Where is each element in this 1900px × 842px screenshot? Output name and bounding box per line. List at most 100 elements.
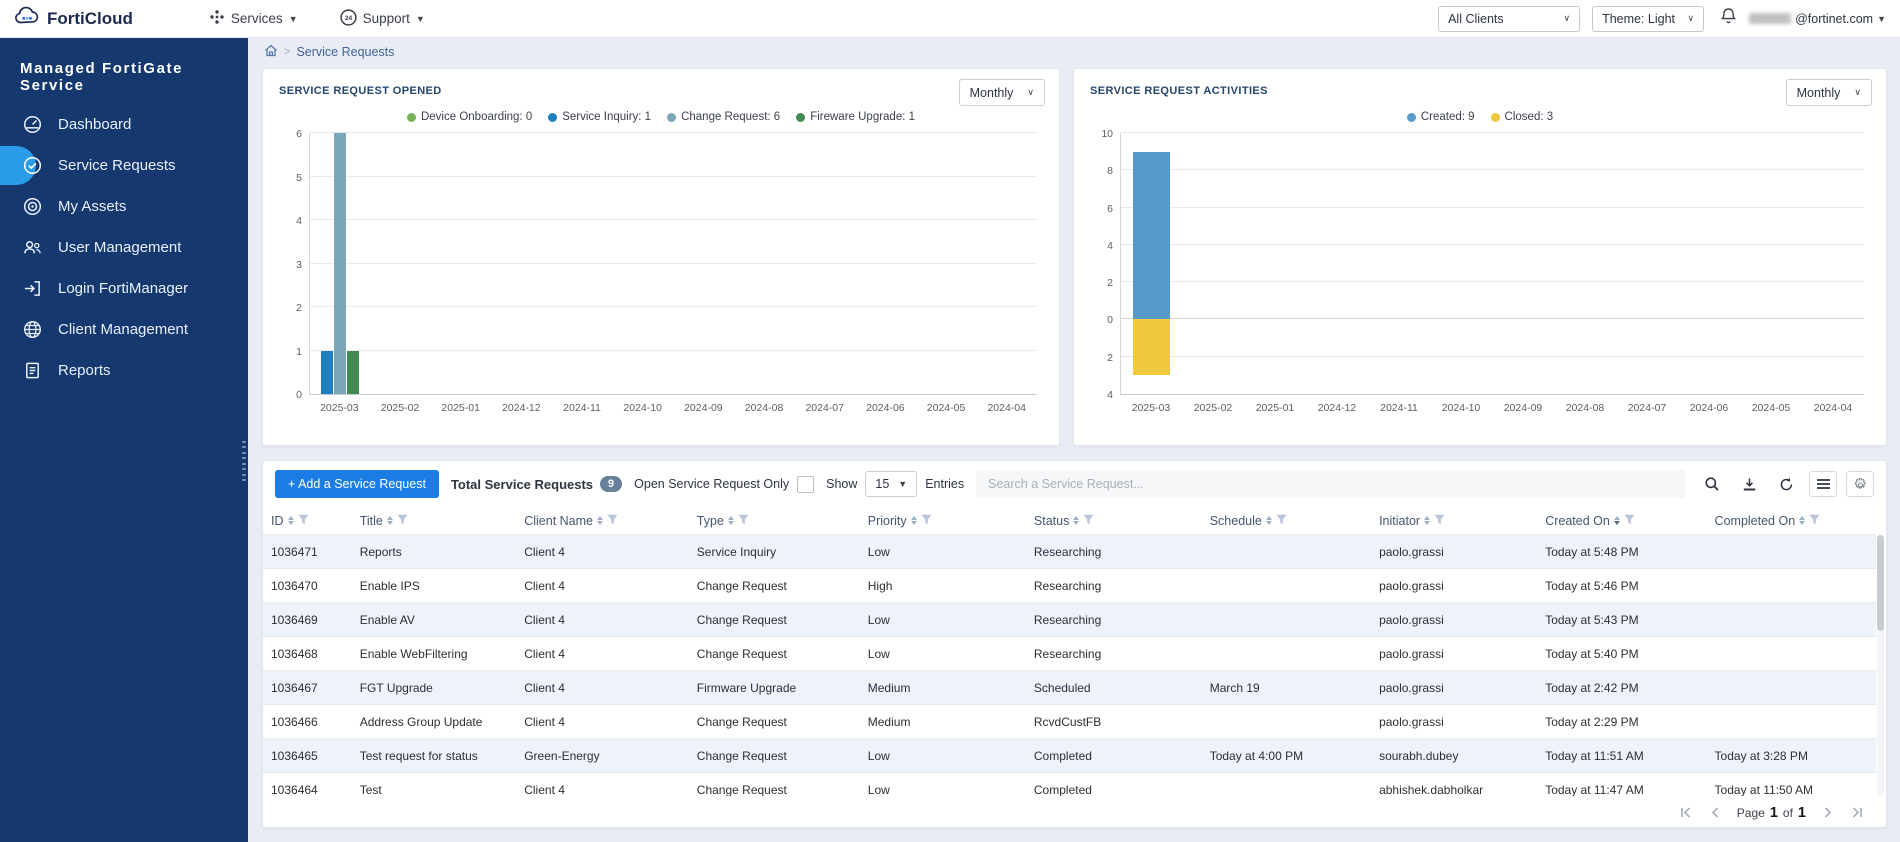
chevron-down-icon: ▼ <box>898 479 908 489</box>
refresh-icon[interactable] <box>1772 471 1800 497</box>
services-menu[interactable]: Services ▼ <box>209 9 298 28</box>
sort-icon[interactable] <box>1613 516 1620 525</box>
chart-legend: Device Onboarding: 0 Service Inquiry: 1 Ch… <box>279 111 1043 123</box>
chart-bar <box>346 350 359 394</box>
filter-funnel-icon[interactable] <box>1276 514 1287 528</box>
table-row[interactable]: 1036465 Test request for status Green-Ener… <box>263 738 1876 773</box>
column-header-created-on[interactable]: Created On <box>1537 507 1706 534</box>
sort-icon[interactable] <box>386 516 393 525</box>
legend-item[interactable]: Fireware Upgrade: 1 <box>796 111 915 123</box>
login-icon <box>22 279 42 299</box>
user-email-domain: @fortinet.com <box>1795 11 1874 26</box>
filter-funnel-icon[interactable] <box>1083 514 1094 528</box>
open-only-filter: Open Service Request Only <box>634 475 815 493</box>
column-header-id[interactable]: ID <box>263 507 352 534</box>
chart-bar <box>1132 319 1170 376</box>
column-header-schedule[interactable]: Schedule <box>1202 507 1371 534</box>
sidebar-item-dashboard[interactable]: Dashboard <box>0 104 248 145</box>
legend-item[interactable]: Created: 9 <box>1406 111 1475 123</box>
sidebar-item-my-assets[interactable]: My Assets <box>0 186 248 227</box>
breadcrumb: > Service Requests <box>248 38 1900 66</box>
top-navbar: FortiCloud Services ▼ 24 Support ▼ All C… <box>0 0 1900 38</box>
column-header-priority[interactable]: Priority <box>860 507 1026 534</box>
page-indicator: Page 1 of 1 <box>1736 804 1806 821</box>
forticloud-logo[interactable]: FortiCloud <box>14 6 133 31</box>
column-header-type[interactable]: Type <box>689 507 860 534</box>
user-account-menu[interactable]: @fortinet.com ▼ <box>1749 12 1886 26</box>
sidebar-item-reports[interactable]: Reports <box>0 350 248 391</box>
filter-funnel-icon[interactable] <box>1809 514 1820 528</box>
sidebar-item-login-fortimanager[interactable]: Login FortiManager <box>0 268 248 309</box>
column-header-completed-on[interactable]: Completed On <box>1707 507 1876 534</box>
chevron-down-icon: ∨ <box>1027 87 1034 97</box>
sort-icon[interactable] <box>1073 516 1080 525</box>
first-page-icon[interactable] <box>1679 806 1692 819</box>
legend-item[interactable]: Device Onboarding: 0 <box>406 111 532 123</box>
chart-bar <box>333 133 346 394</box>
theme-select[interactable]: Theme: Light ∨ <box>1592 5 1705 32</box>
chevron-down-icon: ▼ <box>288 13 298 24</box>
table-row[interactable]: 1036468 Enable WebFiltering Client 4 Change… <box>263 636 1876 671</box>
chart-title: SERVICE REQUEST OPENED <box>279 85 442 97</box>
sort-icon[interactable] <box>597 516 603 525</box>
table-row[interactable]: 1036464 Test Client 4 Change Request Low Comp… <box>263 772 1876 796</box>
table-row[interactable]: 1036469 Enable AV Client 4 Change Request Lo… <box>263 602 1876 637</box>
chart-title: SERVICE REQUEST ACTIVITIES <box>1090 85 1268 97</box>
search-icon[interactable] <box>1698 471 1726 497</box>
sidebar-item-client-management[interactable]: Client Management <box>0 309 248 350</box>
chart-bar <box>320 350 333 394</box>
filter-funnel-icon[interactable] <box>1434 514 1445 528</box>
column-header-status[interactable]: Status <box>1026 507 1202 534</box>
main-content: > Service Requests SERVICE REQUEST OPENE… <box>248 38 1900 842</box>
add-service-request-button[interactable]: + Add a Service Request <box>275 470 439 498</box>
sidebar-resize-handle[interactable] <box>241 438 248 484</box>
report-icon <box>22 361 42 381</box>
sidebar-item-service-requests[interactable]: Service Requests <box>0 145 248 186</box>
client-filter-select[interactable]: All Clients ∨ <box>1438 5 1581 32</box>
table-row[interactable]: 1036467 FGT Upgrade Client 4 Firmware Upgra… <box>263 670 1876 705</box>
legend-item[interactable]: Closed: 3 <box>1490 111 1553 123</box>
search-input[interactable] <box>976 470 1686 498</box>
download-icon[interactable] <box>1735 471 1763 497</box>
table-row[interactable]: 1036471 Reports Client 4 Service Inquiry Low… <box>263 534 1876 569</box>
page-size-control: Show 15 ▼ Entries <box>826 471 964 497</box>
filter-funnel-icon[interactable] <box>738 514 749 528</box>
table-row[interactable]: 1036470 Enable IPS Client 4 Change Request H… <box>263 568 1876 603</box>
column-header-client-name[interactable]: Client Name <box>516 507 689 534</box>
period-select[interactable]: Monthly ∨ <box>958 79 1045 106</box>
last-page-icon[interactable] <box>1851 806 1864 819</box>
period-select[interactable]: Monthly ∨ <box>1785 79 1872 106</box>
chevron-down-icon: ∨ <box>1687 13 1695 23</box>
total-service-requests: Total Service Requests 9 <box>451 476 623 492</box>
sort-icon[interactable] <box>1424 516 1431 525</box>
sidebar-item-user-management[interactable]: User Management <box>0 227 248 268</box>
filter-funnel-icon[interactable] <box>1624 514 1635 528</box>
sort-icon[interactable] <box>287 516 294 525</box>
svg-text:24: 24 <box>344 15 352 22</box>
filter-funnel-icon[interactable] <box>397 514 408 528</box>
sort-icon[interactable] <box>1799 516 1806 525</box>
settings-gear-icon[interactable] <box>1846 471 1874 497</box>
filter-funnel-icon[interactable] <box>921 514 932 528</box>
legend-item[interactable]: Service Inquiry: 1 <box>548 111 651 123</box>
sort-icon[interactable] <box>910 516 917 525</box>
chevron-down-icon: ∨ <box>1563 13 1571 23</box>
column-header-initiator[interactable]: Initiator <box>1371 507 1537 534</box>
support-menu[interactable]: 24 Support ▼ <box>339 8 425 29</box>
page-size-select[interactable]: 15 ▼ <box>865 471 918 497</box>
home-icon[interactable] <box>264 44 278 60</box>
sort-icon[interactable] <box>1265 516 1272 525</box>
table-scrollbar[interactable] <box>1877 535 1884 795</box>
sort-icon[interactable] <box>727 516 734 525</box>
breadcrumb-current[interactable]: Service Requests <box>296 45 394 59</box>
legend-item[interactable]: Change Request: 6 <box>667 111 780 123</box>
next-page-icon[interactable] <box>1824 806 1833 819</box>
list-view-icon[interactable] <box>1809 471 1837 497</box>
filter-funnel-icon[interactable] <box>607 514 618 528</box>
column-header-title[interactable]: Title <box>352 507 517 534</box>
notifications-bell-icon[interactable] <box>1720 7 1737 30</box>
table-row[interactable]: 1036466 Address Group Update Client 4 Chang… <box>263 704 1876 739</box>
filter-funnel-icon[interactable] <box>298 514 309 528</box>
previous-page-icon[interactable] <box>1710 806 1719 819</box>
open-only-checkbox[interactable] <box>797 475 815 493</box>
